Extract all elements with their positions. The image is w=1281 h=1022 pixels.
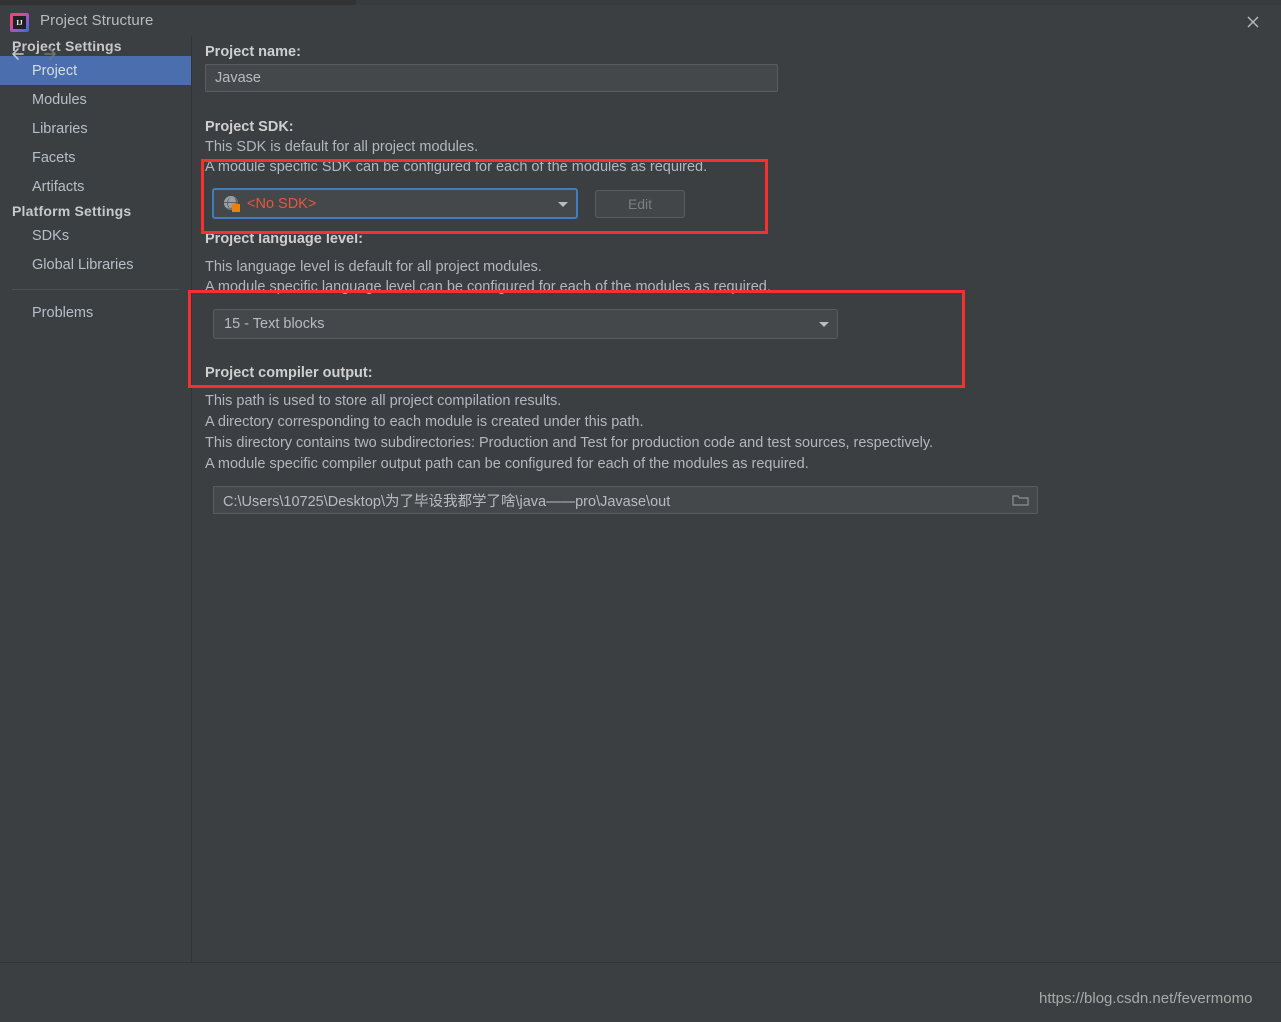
project-name-label: Project name:	[205, 44, 301, 60]
sidebar-divider	[12, 289, 179, 290]
watermark: https://blog.csdn.net/fevermomo	[1039, 990, 1253, 1007]
compiler-output-path-input[interactable]: C:\Users\10725\Desktop\为了毕设我都学了啥\java——p…	[213, 486, 1038, 514]
sidebar-group-platform-settings: Platform Settings SDKs Global Libraries	[0, 201, 191, 279]
sidebar-group-header: Platform Settings	[12, 203, 132, 219]
sidebar-item-modules[interactable]: Modules	[0, 85, 191, 114]
project-sdk-label: Project SDK:	[205, 119, 294, 135]
project-sdk-dropdown[interactable]: <No SDK>	[212, 188, 578, 219]
project-sdk-value: <No SDK>	[247, 195, 317, 212]
sdk-globe-icon	[224, 195, 240, 212]
sidebar-item-label: Modules	[32, 91, 87, 108]
sidebar-item-label: SDKs	[32, 227, 70, 244]
compiler-output-description-line: This directory contains two subdirectori…	[205, 435, 934, 451]
language-level-dropdown[interactable]: 15 - Text blocks	[213, 309, 838, 339]
chevron-down-icon[interactable]	[811, 320, 837, 328]
arrow-left-icon[interactable]	[10, 44, 32, 64]
language-level-label: Project language level:	[205, 231, 363, 247]
sidebar-item-sdks[interactable]: SDKs	[0, 221, 191, 250]
compiler-output-label: Project compiler output:	[205, 365, 373, 381]
sidebar-item-global-libraries[interactable]: Global Libraries	[0, 250, 191, 279]
sidebar-item-problems[interactable]: Problems	[0, 298, 191, 327]
project-sdk-value-wrapper: <No SDK>	[214, 195, 550, 212]
sidebar-item-label: Libraries	[32, 120, 88, 137]
sidebar: Project Settings Project Modules Librari…	[0, 36, 192, 962]
arrow-right-icon[interactable]	[42, 44, 64, 64]
navigation-arrows	[0, 36, 192, 72]
close-icon[interactable]	[1243, 12, 1263, 32]
compiler-output-description-line: This path is used to store all project c…	[205, 393, 562, 409]
sidebar-item-artifacts[interactable]: Artifacts	[0, 172, 191, 201]
compiler-output-description-line: A module specific compiler output path c…	[205, 456, 809, 472]
sidebar-item-label: Global Libraries	[32, 256, 134, 273]
edit-sdk-button[interactable]: Edit	[595, 190, 685, 218]
project-sdk-description-line: This SDK is default for all project modu…	[205, 139, 479, 155]
language-level-description-line: This language level is default for all p…	[205, 259, 542, 275]
sidebar-item-facets[interactable]: Facets	[0, 143, 191, 172]
main-content: Project name: Javase Project SDK: This S…	[193, 36, 1281, 962]
project-sdk-description-line: A module specific SDK can be configured …	[205, 159, 708, 175]
title-bar: IJ Project Structure	[0, 5, 1281, 36]
page-title: Project Structure	[40, 12, 154, 29]
sidebar-item-label: Artifacts	[32, 178, 85, 195]
language-level-value: 15 - Text blocks	[224, 316, 325, 332]
intellij-idea-icon: IJ	[10, 13, 29, 32]
project-structure-dialog: IJ Project Structure Project Settings Pr…	[0, 0, 1281, 1022]
sidebar-item-libraries[interactable]: Libraries	[0, 114, 191, 143]
folder-icon[interactable]	[1005, 487, 1035, 513]
language-level-description-line: A module specific language level can be …	[205, 279, 771, 295]
chevron-down-icon[interactable]	[550, 200, 576, 208]
sidebar-item-label: Problems	[32, 304, 94, 321]
sidebar-item-label: Facets	[32, 149, 76, 166]
compiler-output-description-line: A directory corresponding to each module…	[205, 414, 644, 430]
project-name-input[interactable]: Javase	[205, 64, 778, 92]
